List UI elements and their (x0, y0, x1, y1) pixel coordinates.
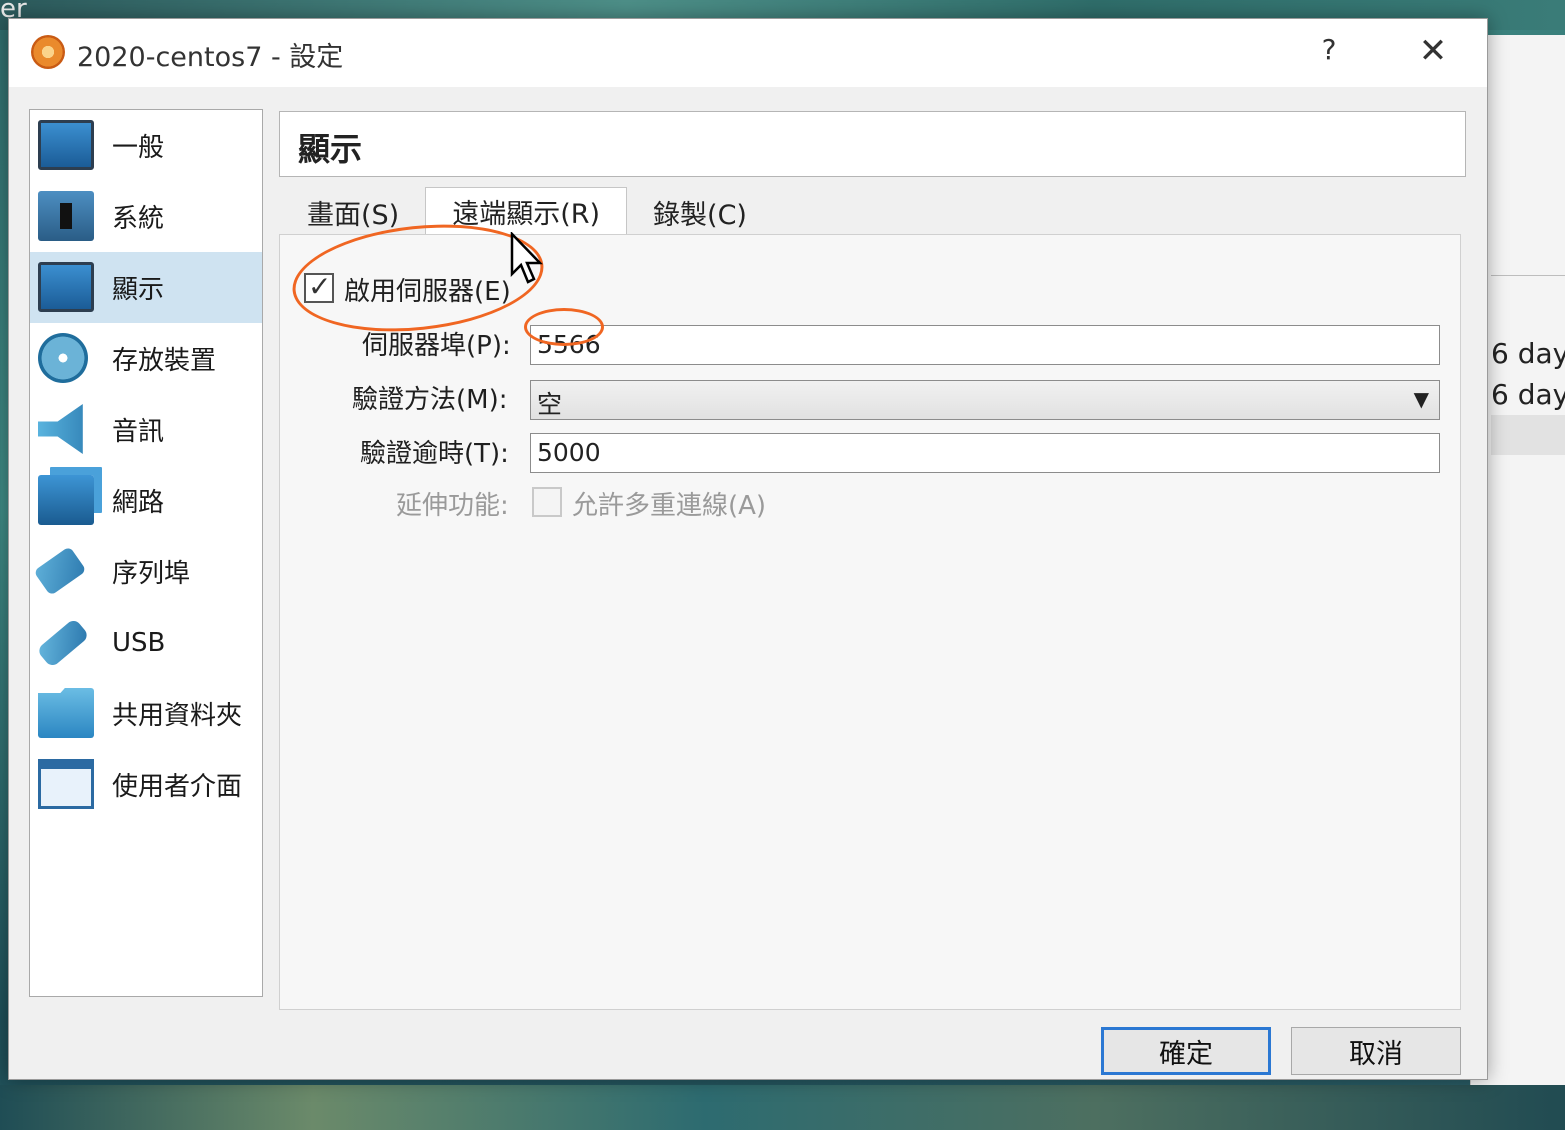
sidebar-item-label: 網路 (112, 488, 165, 518)
tab-bar: 畫面(S) 遠端顯示(R) 錄製(C) (281, 187, 773, 235)
background-row-2: 6 day (1491, 378, 1565, 411)
sidebar-item-user-interface[interactable]: 使用者介面 (30, 749, 262, 820)
auth-method-label: 驗證方法(M): (352, 385, 508, 415)
sidebar-item-label: 顯示 (112, 275, 165, 305)
sidebar-item-storage[interactable]: 存放裝置 (30, 323, 262, 394)
ok-button[interactable]: 確定 (1101, 1027, 1271, 1075)
sidebar-item-label: 一般 (112, 133, 165, 163)
virtualbox-app-icon (31, 35, 65, 69)
multiple-connections-label[interactable]: 允許多重連線(A) (572, 485, 766, 522)
auth-method-value: 空 (537, 390, 563, 419)
serial-port-icon (33, 546, 87, 596)
chevron-down-icon: ▼ (1413, 387, 1429, 411)
server-port-label: 伺服器埠(P): (362, 331, 511, 361)
sidebar-item-audio[interactable]: 音訊 (30, 394, 262, 465)
page-header: 顯示 (279, 111, 1466, 177)
sidebar-item-label: 使用者介面 (112, 772, 243, 802)
sidebar-item-system[interactable]: 系統 (30, 181, 262, 252)
help-button[interactable]: ? (1309, 33, 1349, 73)
sidebar-item-label: USB (112, 627, 166, 658)
general-monitor-icon (38, 120, 94, 170)
window-title: 2020-centos7 - 設定 (77, 42, 344, 73)
background-row-1: 6 day (1491, 337, 1565, 370)
enable-server-checkbox[interactable] (304, 270, 334, 303)
background-stripe (1491, 415, 1565, 455)
title-bar[interactable]: 2020-centos7 - 設定 ? ✕ (9, 19, 1487, 87)
remote-display-panel: 啟用伺服器(E) 伺服器埠(P): 5566 驗證方法(M): 空 ▼ 驗證逾時… (279, 234, 1461, 1010)
close-button[interactable]: ✕ (1411, 31, 1455, 75)
storage-disk-icon (38, 333, 88, 383)
sidebar-item-label: 共用資料夾 (112, 701, 243, 731)
server-port-input[interactable]: 5566 (530, 325, 1440, 365)
display-monitor-icon (38, 262, 94, 312)
user-interface-icon (38, 759, 94, 809)
multiple-connections-checkbox[interactable] (532, 487, 562, 517)
tab-recording[interactable]: 錄製(C) (627, 189, 773, 235)
network-icon (38, 475, 94, 525)
desktop-bottom-strip (0, 1085, 1565, 1130)
page-title: 顯示 (298, 130, 363, 168)
sidebar-item-serial-ports[interactable]: 序列埠 (30, 536, 262, 607)
sidebar-item-label: 序列埠 (112, 559, 191, 589)
cancel-button[interactable]: 取消 (1291, 1027, 1461, 1075)
system-chip-icon (38, 191, 94, 241)
sidebar-item-network[interactable]: 網路 (30, 465, 262, 536)
auth-method-select[interactable]: 空 ▼ (530, 380, 1440, 420)
settings-sidebar: 一般 系統 顯示 存放裝置 音訊 網路 序列埠 USB 共用資料夾 使用者介面 (29, 109, 263, 997)
sidebar-item-label: 存放裝置 (112, 346, 217, 376)
tab-screen[interactable]: 畫面(S) (281, 189, 426, 235)
auth-timeout-input[interactable]: 5000 (530, 433, 1440, 473)
auth-timeout-label: 驗證逾時(T): (360, 439, 509, 469)
sidebar-item-label: 系統 (112, 204, 165, 234)
sidebar-item-usb[interactable]: USB (30, 607, 262, 678)
sidebar-item-general[interactable]: 一般 (30, 110, 262, 181)
sidebar-item-shared-folders[interactable]: 共用資料夾 (30, 678, 262, 749)
audio-speaker-icon (38, 404, 83, 454)
extended-features-label: 延伸功能: (396, 491, 509, 521)
usb-icon (36, 617, 90, 669)
tab-remote-display[interactable]: 遠端顯示(R) (425, 187, 628, 235)
shared-folder-icon (38, 688, 94, 738)
background-divider (1491, 275, 1565, 276)
enable-server-label[interactable]: 啟用伺服器(E) (344, 271, 511, 308)
settings-dialog: 2020-centos7 - 設定 ? ✕ 一般 系統 顯示 存放裝置 音訊 網… (8, 18, 1488, 1080)
sidebar-item-label: 音訊 (112, 417, 165, 447)
sidebar-item-display[interactable]: 顯示 (30, 252, 262, 323)
